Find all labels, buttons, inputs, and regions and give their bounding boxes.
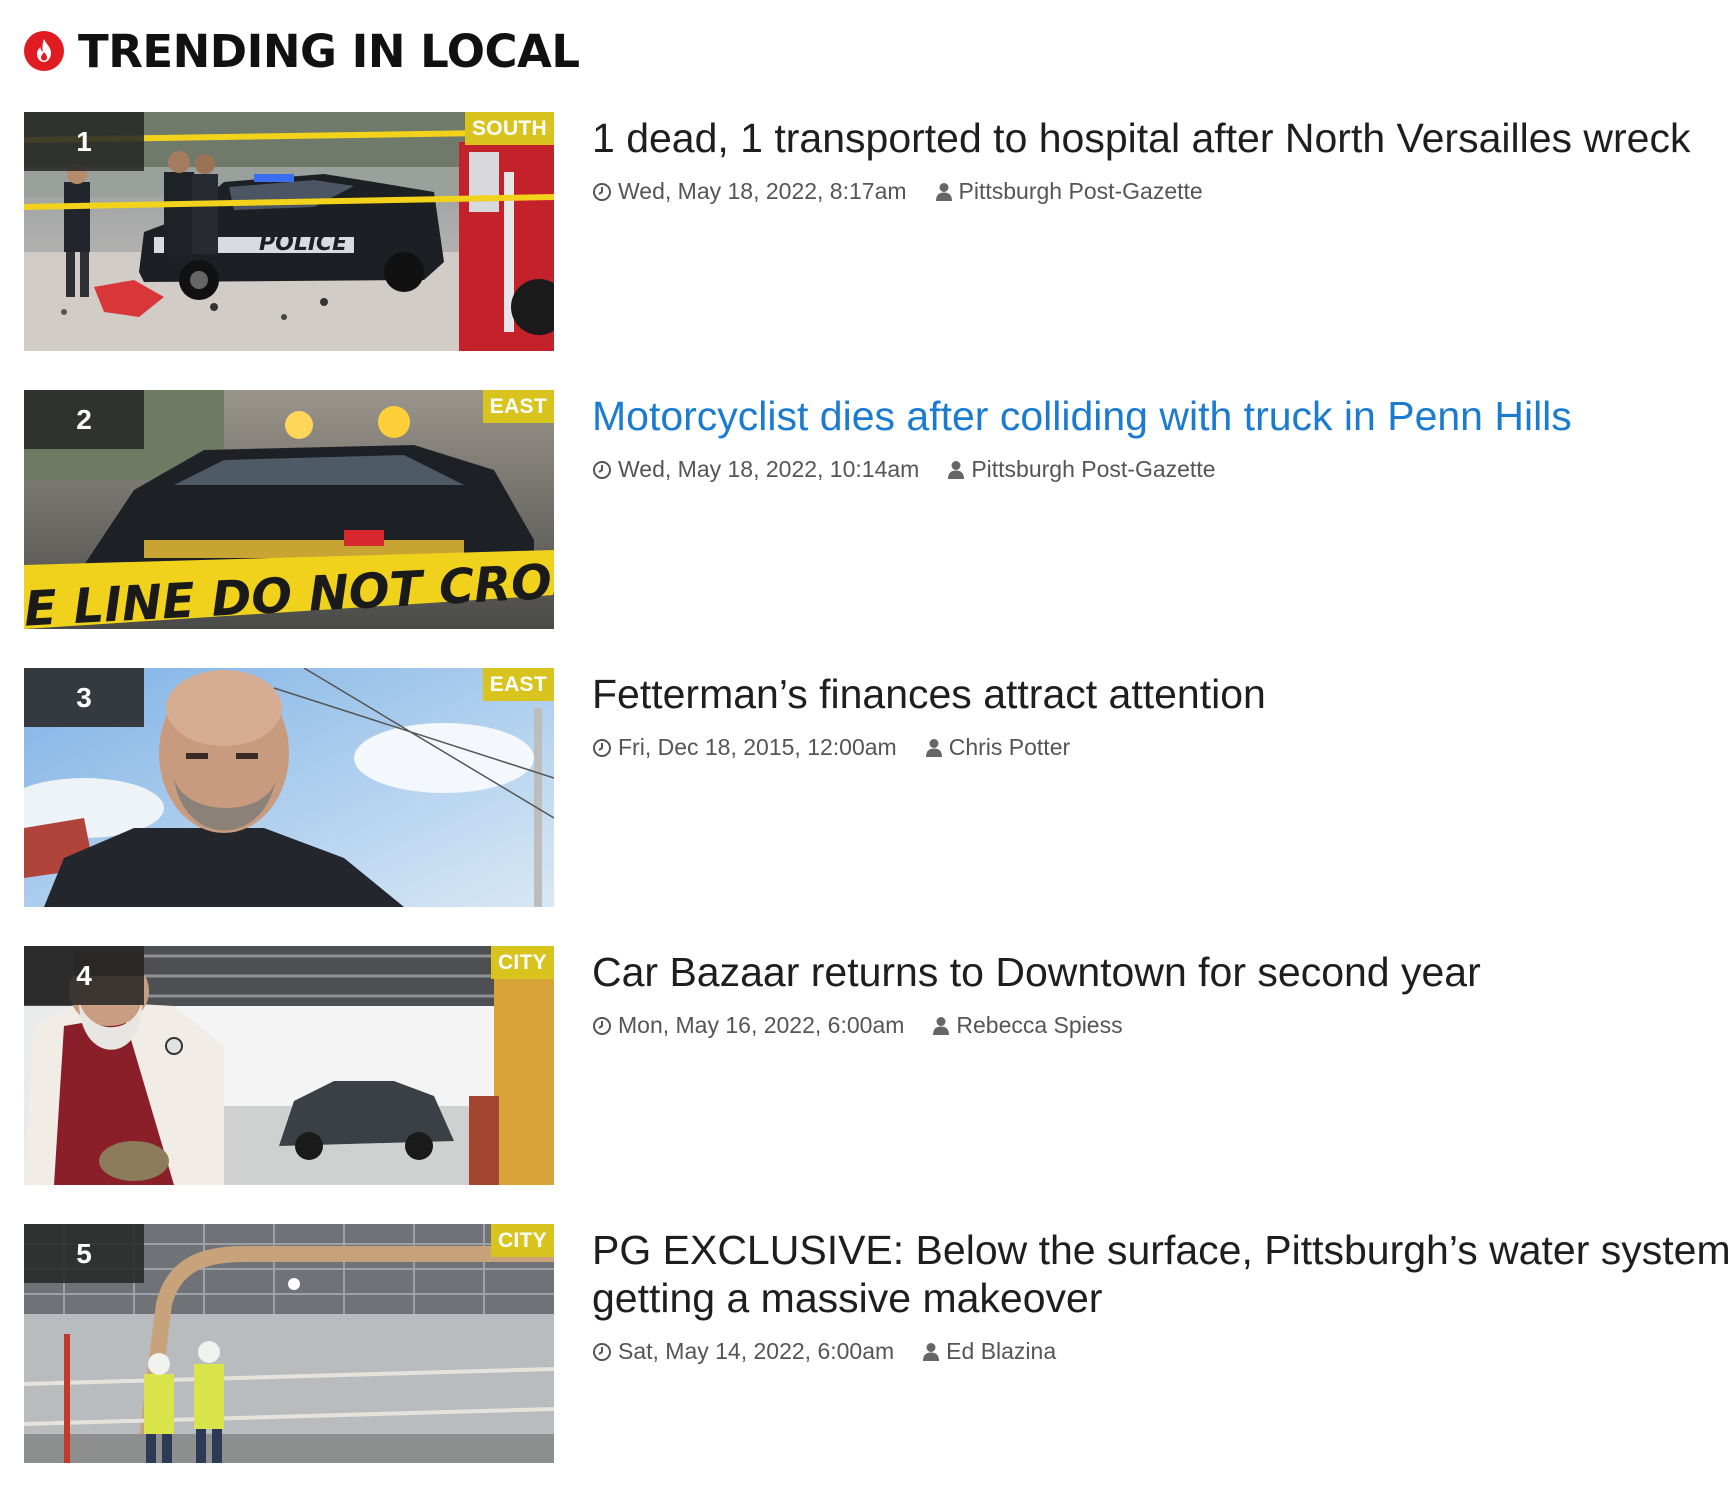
user-icon <box>947 460 965 480</box>
article-content: Fetterman’s finances attract attention F… <box>592 668 1732 761</box>
clock-icon <box>592 1016 612 1036</box>
user-icon <box>925 738 943 758</box>
article-thumbnail[interactable]: 4 CITY <box>24 946 554 1185</box>
trending-list: POLICE 1 SOUTH 1 dead, 1 transported to … <box>24 112 1731 1502</box>
article-meta: Wed, May 18, 2022, 10:14am Pittsburgh Po… <box>592 456 1732 483</box>
article-author[interactable]: Ed Blazina <box>946 1338 1056 1365</box>
article-headline[interactable]: Fetterman’s finances attract attention <box>592 670 1732 718</box>
article-date: Sat, May 14, 2022, 6:00am <box>618 1338 895 1364</box>
clock-icon <box>592 182 612 202</box>
article-headline[interactable]: Motorcyclist dies after colliding with t… <box>592 392 1732 440</box>
article-item: 3 EAST Fetterman’s finances attract atte… <box>24 668 1724 907</box>
article-author[interactable]: Pittsburgh Post-Gazette <box>959 178 1203 205</box>
rank-badge: 1 <box>24 112 144 171</box>
article-meta: Sat, May 14, 2022, 6:00am Ed Blazina <box>592 1338 1732 1365</box>
clock-icon <box>592 460 612 480</box>
article-author[interactable]: Pittsburgh Post-Gazette <box>971 456 1215 483</box>
article-headline[interactable]: Car Bazaar returns to Downtown for secon… <box>592 948 1732 996</box>
region-badge[interactable]: SOUTH <box>465 112 554 145</box>
region-badge[interactable]: EAST <box>482 668 554 701</box>
article-thumbnail[interactable]: 3 EAST <box>24 668 554 907</box>
clock-icon <box>592 1342 612 1362</box>
article-content: Motorcyclist dies after colliding with t… <box>592 390 1732 483</box>
article-meta: Mon, May 16, 2022, 6:00am Rebecca Spiess <box>592 1012 1732 1039</box>
section-header: TRENDING IN LOCAL <box>24 22 580 80</box>
article-thumbnail[interactable]: 5 CITY <box>24 1224 554 1463</box>
user-icon <box>935 182 953 202</box>
article-content: Car Bazaar returns to Downtown for secon… <box>592 946 1732 1039</box>
region-badge[interactable]: CITY <box>490 946 554 979</box>
rank-badge: 5 <box>24 1224 144 1283</box>
article-author[interactable]: Chris Potter <box>949 734 1070 761</box>
article-content: PG EXCLUSIVE: Below the surface, Pittsbu… <box>592 1224 1732 1365</box>
user-icon <box>932 1016 950 1036</box>
article-headline[interactable]: PG EXCLUSIVE: Below the surface, Pittsbu… <box>592 1226 1732 1322</box>
article-item: 5 CITY PG EXCLUSIVE: Below the surface, … <box>24 1224 1731 1463</box>
article-headline[interactable]: 1 dead, 1 transported to hospital after … <box>592 114 1732 162</box>
region-badge[interactable]: EAST <box>482 390 554 423</box>
svg-text:POLICE: POLICE <box>259 231 347 256</box>
article-meta: Wed, May 18, 2022, 8:17am Pittsburgh Pos… <box>592 178 1732 205</box>
article-date: Mon, May 16, 2022, 6:00am <box>618 1012 905 1038</box>
region-badge[interactable]: CITY <box>490 1224 554 1257</box>
article-thumbnail[interactable]: E LINE DO NOT CROSS 2 EAST <box>24 390 554 629</box>
clock-icon <box>592 738 612 758</box>
section-title: TRENDING IN LOCAL <box>78 24 580 78</box>
article-author[interactable]: Rebecca Spiess <box>956 1012 1122 1039</box>
article-date: Fri, Dec 18, 2015, 12:00am <box>618 734 897 760</box>
article-thumbnail[interactable]: POLICE 1 SOUTH <box>24 112 554 351</box>
rank-badge: 2 <box>24 390 144 449</box>
article-item: E LINE DO NOT CROSS 2 EAST Motorcyclist … <box>24 390 1724 629</box>
flame-icon <box>24 31 64 71</box>
article-date: Wed, May 18, 2022, 10:14am <box>618 456 920 482</box>
article-date: Wed, May 18, 2022, 8:17am <box>618 178 907 204</box>
article-item: 4 CITY Car Bazaar returns to Downtown fo… <box>24 946 1724 1185</box>
article-meta: Fri, Dec 18, 2015, 12:00am Chris Potter <box>592 734 1732 761</box>
rank-badge: 4 <box>24 946 144 1005</box>
rank-badge: 3 <box>24 668 144 727</box>
article-content: 1 dead, 1 transported to hospital after … <box>592 112 1732 205</box>
user-icon <box>922 1342 940 1362</box>
article-item: POLICE 1 SOUTH 1 dead, 1 transported to … <box>24 112 1724 351</box>
